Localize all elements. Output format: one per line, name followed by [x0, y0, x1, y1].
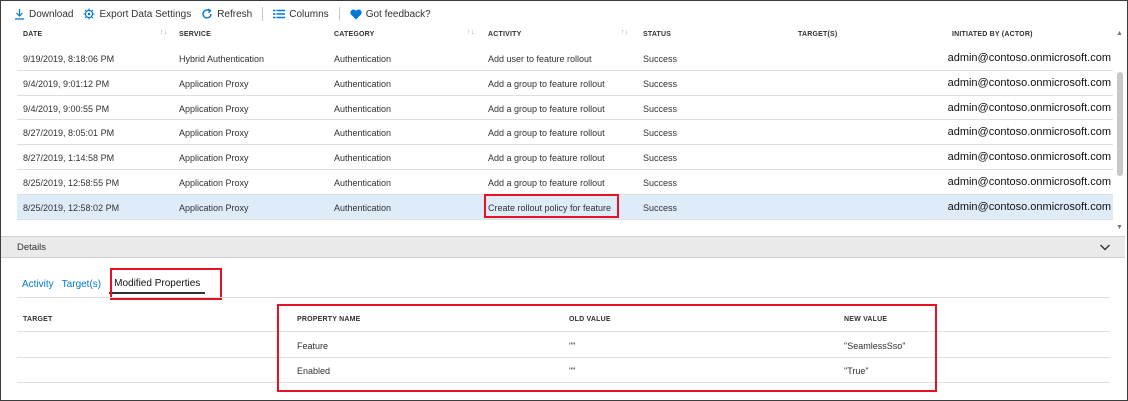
row-category: Authentication: [334, 128, 392, 139]
columns-label: Columns: [289, 8, 329, 20]
row-actor: admin@contoso.onmicrosoft.com: [947, 52, 1111, 64]
table-row[interactable]: 9/4/2019, 9:01:12 PM Application Proxy A…: [17, 71, 1113, 96]
sort-icon[interactable]: ↑↓: [160, 29, 167, 36]
table-row[interactable]: 8/25/2019, 12:58:55 PM Application Proxy…: [17, 170, 1113, 195]
row-category: Authentication: [334, 78, 392, 89]
toolbar: Download Export Data Settings Refresh Co…: [1, 1, 1125, 27]
details-title: Details: [17, 241, 47, 253]
row-activity: Add user to feature rollout: [488, 54, 592, 64]
sort-icon[interactable]: ↑↓: [467, 29, 474, 36]
row-date: 8/25/2019, 12:58:55 PM: [23, 177, 120, 188]
heart-icon: [350, 8, 362, 20]
row-service: Application Proxy: [179, 202, 249, 213]
toolbar-divider: [338, 7, 340, 21]
row-service: Application Proxy: [179, 177, 249, 188]
table-row[interactable]: 9/4/2019, 9:00:55 PM Application Proxy A…: [17, 96, 1113, 121]
row-status: Success: [643, 128, 678, 139]
row-status: Success: [643, 54, 678, 64]
refresh-button[interactable]: Refresh: [201, 3, 252, 25]
column-header-service[interactable]: SERVICE: [179, 31, 211, 38]
tab-targets[interactable]: Target(s): [62, 276, 101, 293]
row-status: Success: [643, 202, 678, 213]
chevron-down-icon[interactable]: [1099, 241, 1111, 253]
toolbar-divider: [262, 7, 264, 21]
table-row[interactable]: 8/27/2019, 1:14:58 PM Application Proxy …: [17, 145, 1113, 170]
row-date: 8/27/2019, 8:05:01 PM: [23, 128, 115, 139]
columns-icon: [273, 8, 286, 20]
column-header-targets[interactable]: TARGET(S): [798, 31, 837, 38]
sort-icon[interactable]: ↑↓: [621, 29, 628, 36]
refresh-icon: [201, 8, 213, 20]
row-activity: Add a group to feature rollout: [488, 78, 605, 89]
row-actor: admin@contoso.onmicrosoft.com: [947, 76, 1111, 89]
row-status: Success: [643, 103, 678, 114]
download-icon: [13, 8, 25, 20]
table-scrollbar[interactable]: ▲ ▼: [1115, 28, 1125, 236]
export-data-settings-label: Export Data Settings: [99, 8, 192, 20]
activity-highlight-box: [484, 194, 619, 218]
tab-highlight-box: [110, 268, 222, 300]
row-activity: Add a group to feature rollout: [488, 153, 605, 164]
row-date: 9/19/2019, 8:18:06 PM: [23, 54, 115, 64]
row-activity: Add a group to feature rollout: [488, 128, 605, 139]
row-actor: admin@contoso.onmicrosoft.com: [947, 200, 1111, 213]
row-status: Success: [643, 153, 678, 164]
row-actor: admin@contoso.onmicrosoft.com: [947, 175, 1111, 188]
row-actor: admin@contoso.onmicrosoft.com: [947, 151, 1111, 164]
scroll-down-icon[interactable]: ▼: [1116, 224, 1123, 231]
tab-activity[interactable]: Activity: [22, 276, 54, 293]
export-data-settings-button[interactable]: Export Data Settings: [83, 3, 191, 25]
audit-table-header: DATE ↑↓ SERVICE CATEGORY ↑↓ ACTIVITY ↑↓ …: [17, 25, 1113, 44]
row-status: Success: [643, 78, 678, 89]
row-category: Authentication: [334, 153, 392, 164]
row-date: 8/25/2019, 12:58:02 PM: [23, 202, 120, 213]
tabs-divider: [17, 297, 1110, 298]
feedback-button[interactable]: Got feedback?: [350, 3, 431, 25]
row-service: Hybrid Authentication: [179, 54, 265, 64]
table-row[interactable]: 9/19/2019, 8:18:06 PM Hybrid Authenticat…: [17, 46, 1113, 71]
row-service: Application Proxy: [179, 153, 249, 164]
column-header-target: TARGET: [23, 316, 53, 323]
row-service: Application Proxy: [179, 103, 249, 114]
row-actor: admin@contoso.onmicrosoft.com: [947, 101, 1111, 114]
gear-icon: [83, 8, 95, 20]
row-date: 8/27/2019, 1:14:58 PM: [23, 153, 115, 164]
row-activity: Add a group to feature rollout: [488, 103, 605, 114]
feedback-label: Got feedback?: [365, 8, 431, 20]
column-header-actor[interactable]: INITIATED BY (ACTOR): [952, 31, 1033, 38]
download-button[interactable]: Download: [13, 3, 73, 25]
row-service: Application Proxy: [179, 128, 249, 139]
properties-highlight-box: [277, 304, 937, 392]
row-category: Authentication: [334, 54, 392, 64]
columns-button[interactable]: Columns: [273, 3, 329, 25]
row-date: 9/4/2019, 9:01:12 PM: [23, 78, 110, 89]
row-date: 9/4/2019, 9:00:55 PM: [23, 103, 110, 114]
table-row[interactable]: 8/27/2019, 8:05:01 PM Application Proxy …: [17, 120, 1113, 146]
download-label: Download: [29, 8, 74, 20]
row-status: Success: [643, 177, 678, 188]
details-panel-header[interactable]: Details: [1, 236, 1125, 258]
column-header-activity[interactable]: ACTIVITY: [488, 31, 522, 38]
row-activity: Add a group to feature rollout: [488, 177, 605, 188]
row-service: Application Proxy: [179, 78, 249, 89]
row-category: Authentication: [334, 103, 392, 114]
row-category: Authentication: [334, 177, 392, 188]
row-category: Authentication: [334, 202, 392, 213]
column-header-status[interactable]: STATUS: [643, 31, 671, 38]
scroll-up-icon[interactable]: ▲: [1116, 30, 1123, 37]
column-header-category[interactable]: CATEGORY: [334, 31, 375, 38]
scrollbar-thumb[interactable]: [1117, 72, 1123, 176]
refresh-label: Refresh: [217, 8, 253, 20]
column-header-date[interactable]: DATE: [23, 31, 42, 38]
row-actor: admin@contoso.onmicrosoft.com: [947, 126, 1111, 139]
